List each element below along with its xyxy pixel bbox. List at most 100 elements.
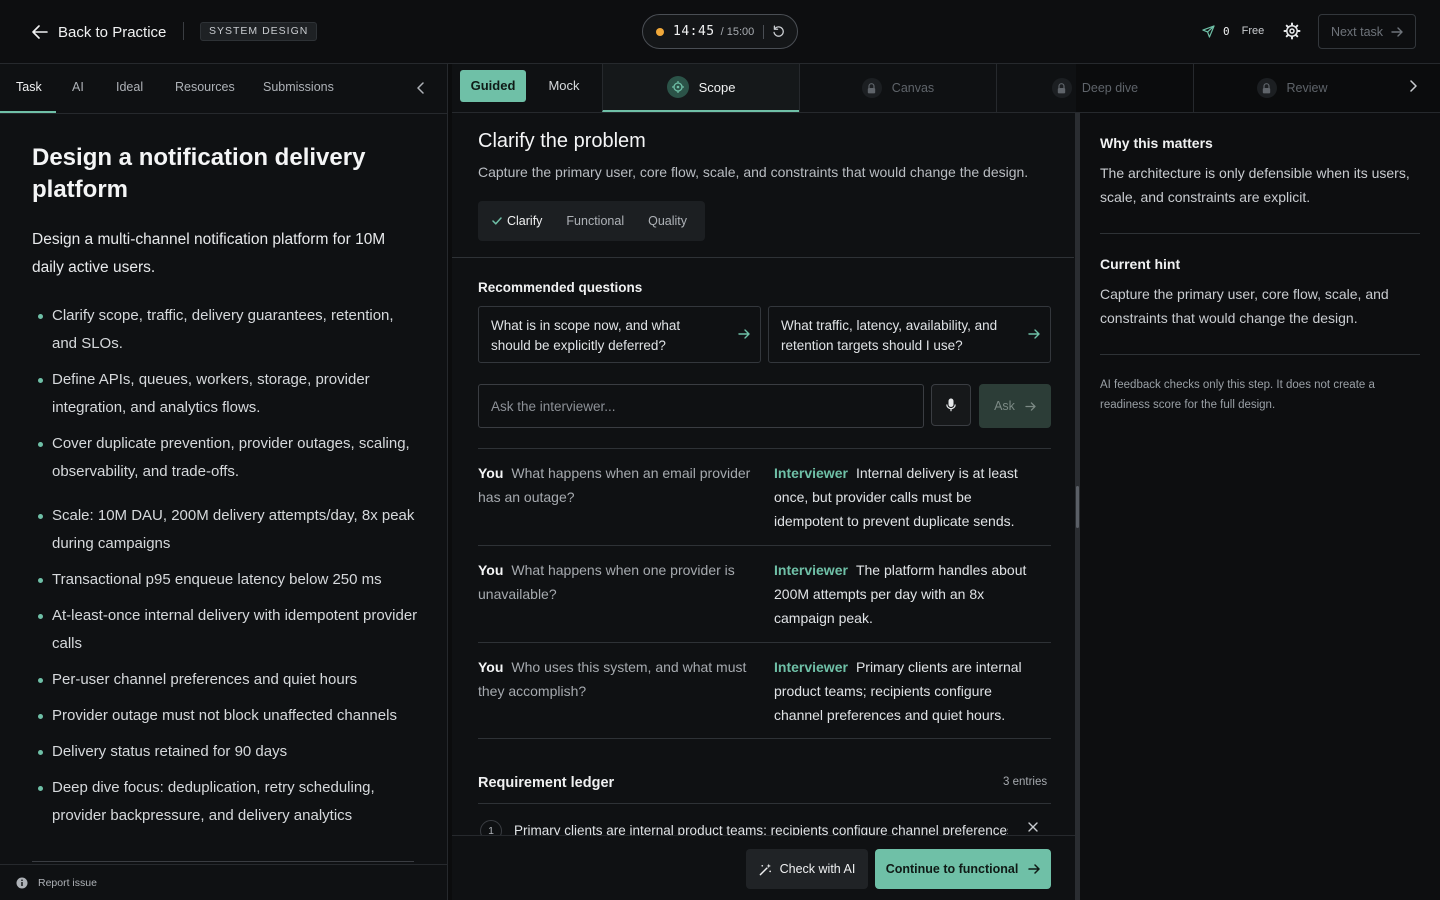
user-question: You What happens when one provider is una… [478, 558, 753, 606]
tab-ai[interactable]: AI [72, 64, 84, 113]
divider [478, 803, 1051, 804]
continue-label: Continue to functional [885, 862, 1019, 876]
timer: 14:45 / 15:00 [642, 14, 798, 49]
step-review[interactable]: Review [1193, 64, 1390, 112]
step-deep-dive[interactable]: Deep dive [996, 64, 1193, 112]
recommended-question-card[interactable]: What traffic, latency, availability, and… [768, 306, 1051, 363]
plan-label: Free [1241, 25, 1265, 37]
conversation-row: You What happens when an email provider h… [478, 448, 1051, 545]
speaker-you: You [478, 659, 504, 675]
user-question: You Who uses this system, and what must t… [478, 655, 753, 703]
splitter-handle[interactable] [1076, 486, 1079, 528]
mode-toggle: Guided Mock [460, 70, 602, 102]
speaker-interviewer: Interviewer [774, 465, 848, 481]
check-icon [492, 217, 502, 225]
microphone-button[interactable] [931, 384, 971, 426]
step-navigation: Scope Canvas Deep dive Review [602, 64, 1440, 112]
arrow-right-icon [738, 329, 750, 339]
step-label: Deep dive [1081, 81, 1139, 95]
ledger-entry-number: 1 [480, 820, 502, 836]
ai-feedback-note: AI feedback checks only this step. It do… [1100, 379, 1375, 411]
next-task-button[interactable]: Next task [1318, 14, 1416, 49]
check-with-ai-label: Check with AI [779, 862, 856, 876]
task-panel: Task AI Ideal Resources Submissions Desi… [0, 64, 448, 900]
workspace-panel: Guided Mock Clarify the problem Capture … [452, 64, 1076, 900]
info-icon [16, 877, 28, 889]
conversation-row: You Who uses this system, and what must t… [478, 642, 1051, 739]
arrow-right-icon [1028, 329, 1040, 339]
active-tab-indicator [0, 111, 56, 113]
interviewer-answer: Interviewer Internal delivery is at least… [774, 461, 1044, 533]
requirement-ledger-title: Requirement ledger [478, 775, 615, 791]
recommended-question-card[interactable]: What is in scope now, and what should be… [478, 306, 761, 363]
back-to-practice-link[interactable]: Back to Practice [32, 20, 166, 44]
lock-icon [1051, 78, 1072, 98]
task-tabs: Task AI Ideal Resources Submissions [0, 64, 447, 114]
step-scope[interactable]: Scope [602, 64, 799, 112]
ask-label: Ask [994, 399, 1015, 413]
refresh-icon[interactable] [772, 25, 785, 38]
check-with-ai-button[interactable]: Check with AI [746, 849, 868, 889]
ask-button[interactable]: Ask [979, 384, 1051, 428]
question-text: What happens when one provider is unavai… [478, 562, 735, 602]
list-item: Provider outage must not block unaffecte… [32, 702, 422, 730]
gear-icon[interactable] [1283, 22, 1301, 40]
ask-interviewer-input[interactable] [478, 384, 924, 428]
step-footer: Check with AI Continue to functional [452, 835, 1076, 900]
interviewer-answer: Interviewer The platform handles about 20… [774, 558, 1044, 630]
divider [32, 861, 414, 862]
list-item: Scale: 10M DAU, 200M delivery attempts/d… [32, 502, 422, 558]
credits-indicator: 0 Free [1202, 22, 1264, 40]
step-canvas[interactable]: Canvas [799, 64, 996, 112]
next-task-label: Next task [1330, 24, 1384, 39]
speaker-interviewer: Interviewer [774, 659, 848, 675]
list-item: Cover duplicate prevention, provider out… [32, 430, 422, 486]
ledger-entry-count: 3 entries [1003, 776, 1048, 788]
mode-guided-button[interactable]: Guided [460, 70, 526, 102]
divider [452, 257, 1074, 258]
tab-submissions[interactable]: Submissions [263, 64, 334, 113]
substep-quality[interactable]: Quality [648, 214, 687, 228]
report-issue-link[interactable]: Report issue [0, 864, 448, 900]
interviewer-answer: Interviewer Primary clients are internal … [774, 655, 1044, 727]
list-item: At-least-once internal delivery with ide… [32, 602, 422, 658]
tab-ideal[interactable]: Ideal [116, 64, 143, 113]
step-subtitle: Capture the primary user, core flow, sca… [478, 164, 1029, 180]
conversation-row: You What happens when one provider is una… [478, 545, 1051, 642]
tab-resources[interactable]: Resources [175, 64, 235, 113]
close-icon[interactable] [1028, 822, 1038, 832]
arrow-right-icon [1391, 26, 1403, 37]
why-this-matters-title: Why this matters [1100, 135, 1213, 151]
speaker-interviewer: Interviewer [774, 562, 848, 578]
guidance-panel: Why this matters The architecture is onl… [1080, 113, 1440, 900]
chevron-left-icon[interactable] [416, 82, 426, 94]
question-text: Who uses this system, and what must they… [478, 659, 747, 699]
back-label: Back to Practice [58, 23, 167, 41]
list-item: Transactional p95 enqueue latency below … [32, 566, 422, 594]
substep-clarify[interactable]: Clarify [492, 214, 542, 228]
conversation-log: You What happens when an email provider h… [478, 448, 1051, 739]
continue-button[interactable]: Continue to functional [875, 849, 1051, 889]
substep-functional[interactable]: Functional [566, 214, 624, 228]
ledger-entry: 1 Primary clients are internal product t… [478, 820, 1051, 836]
mode-mock-button[interactable]: Mock [526, 70, 602, 102]
lock-icon [1256, 78, 1277, 98]
divider [183, 22, 184, 40]
task-title: Design a notification delivery platform [32, 144, 366, 203]
current-hint-title: Current hint [1100, 256, 1181, 272]
arrow-right-icon [1025, 401, 1036, 411]
list-item: Per-user channel preferences and quiet h… [32, 666, 422, 694]
arrow-right-icon [1028, 864, 1041, 874]
task-intro: Design a multi-channel notification plat… [32, 231, 386, 276]
report-issue-label: Report issue [38, 876, 97, 889]
list-item: Clarify scope, traffic, delivery guarant… [32, 302, 422, 358]
step-label: Review [1286, 81, 1328, 95]
divider [1100, 354, 1420, 355]
timer-divider [763, 24, 765, 39]
speaker-you: You [478, 562, 504, 578]
target-icon [666, 76, 689, 98]
step-label: Scope [698, 79, 736, 95]
divider [1100, 233, 1420, 234]
chevron-right-icon[interactable] [1408, 80, 1418, 92]
tab-task[interactable]: Task [16, 64, 42, 113]
